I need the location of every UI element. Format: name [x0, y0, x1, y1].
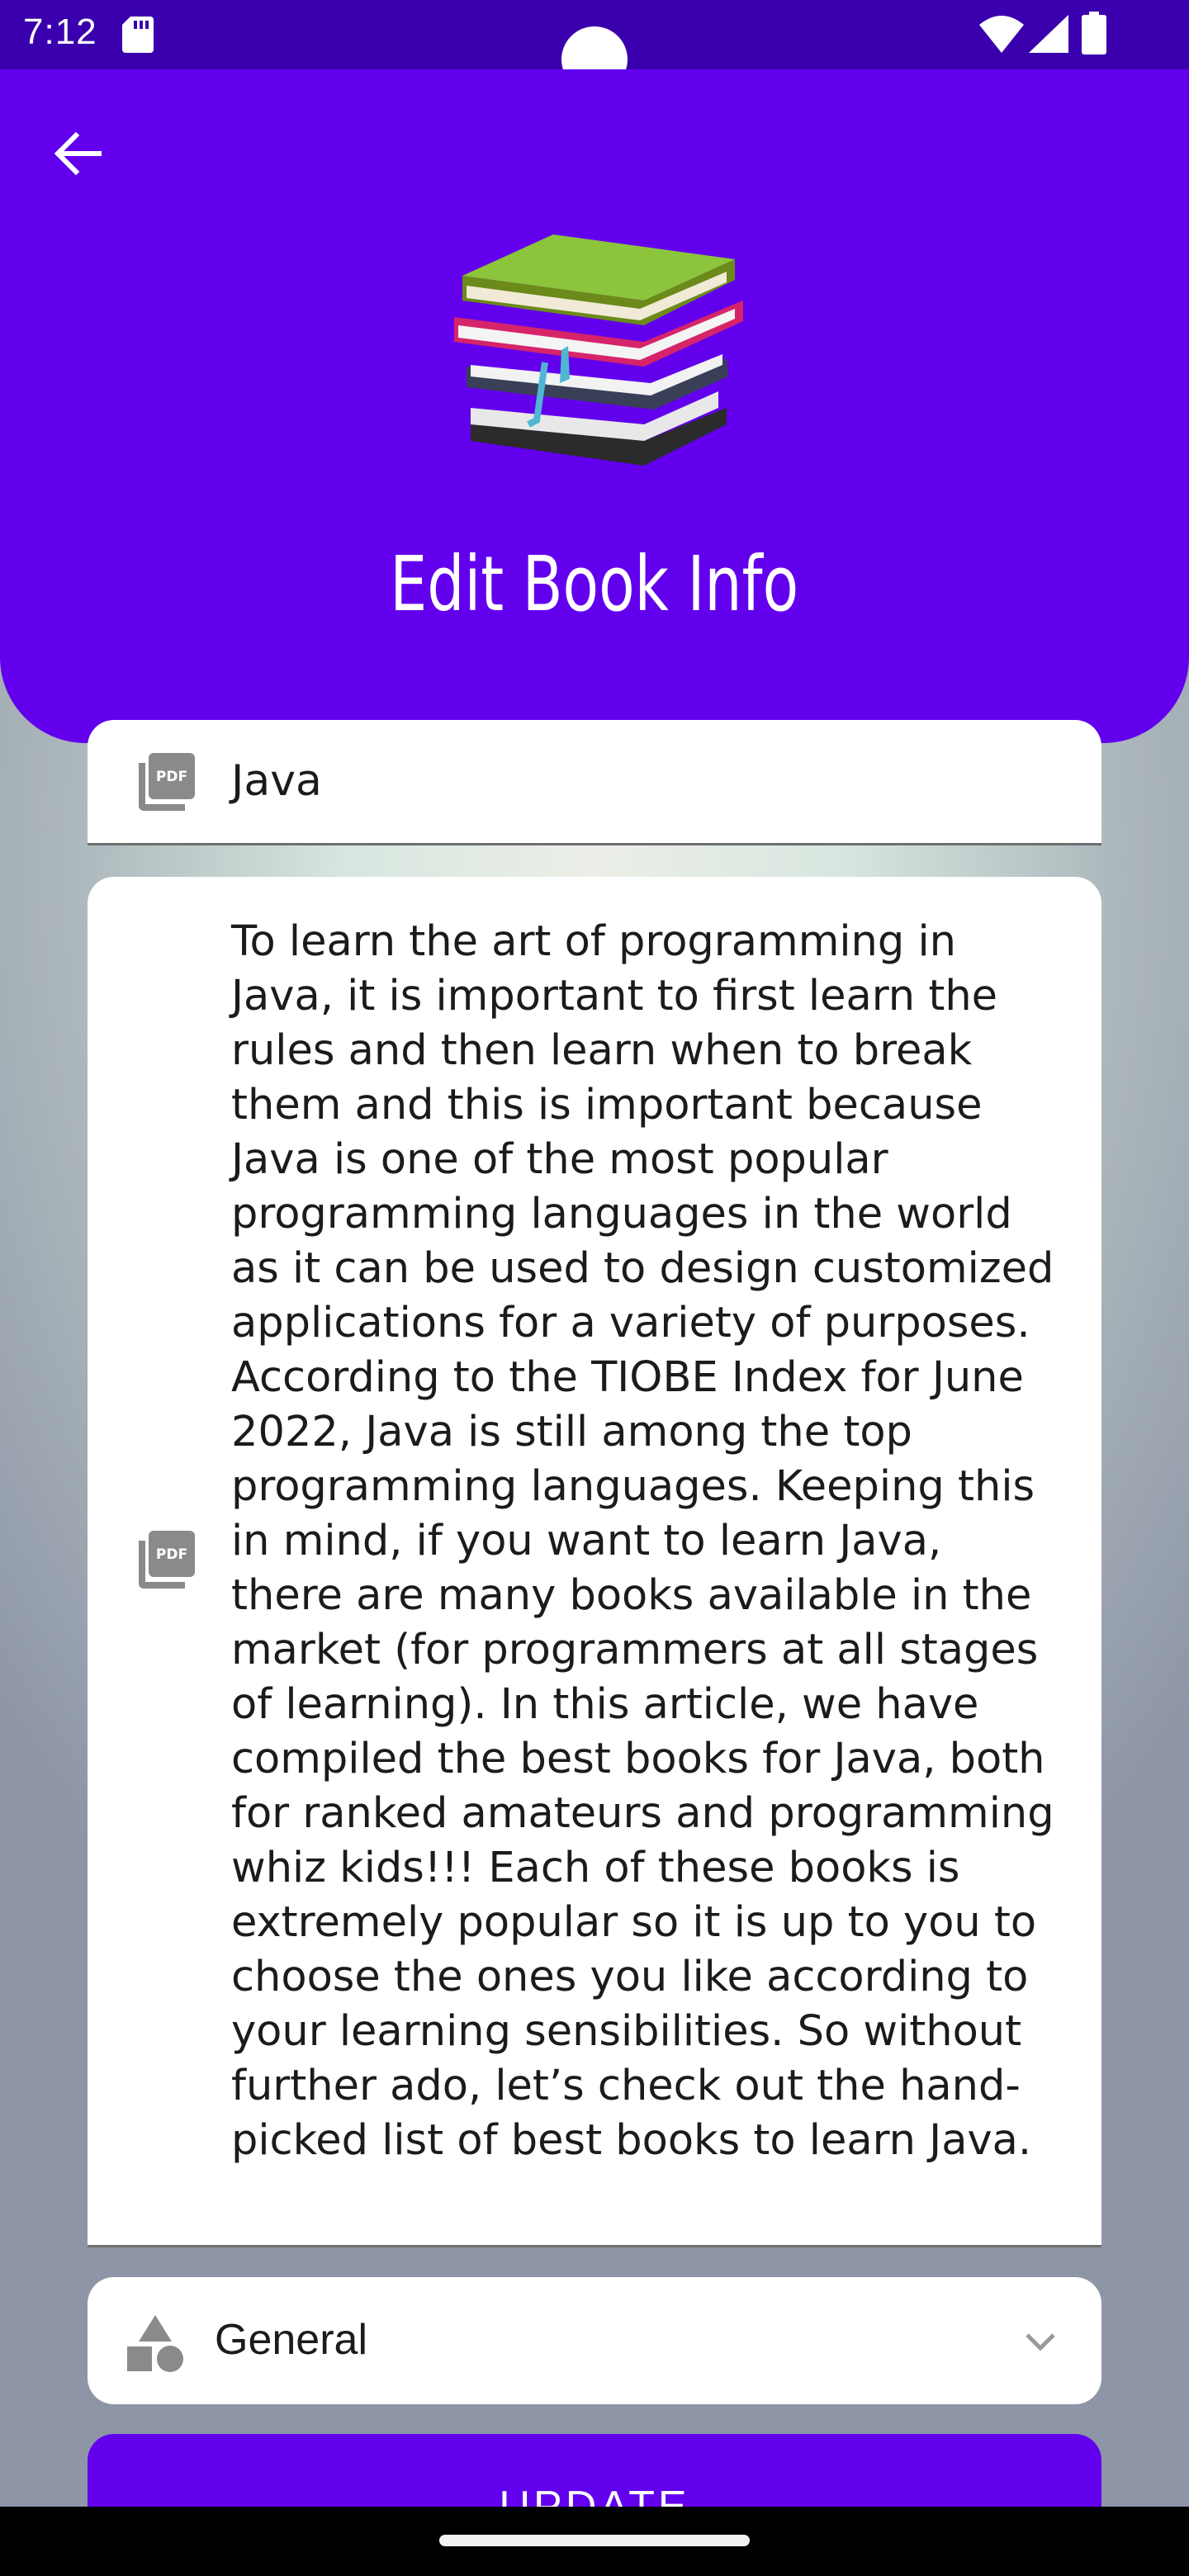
pdf-icon: PDF	[139, 753, 195, 811]
back-arrow-icon[interactable]	[45, 121, 111, 187]
pdf-icon: PDF	[139, 1531, 195, 1589]
page-title-text: Edit Book Info	[390, 540, 799, 628]
home-gesture-handle[interactable]	[439, 2535, 750, 2546]
svg-text:PDF: PDF	[156, 769, 187, 785]
wifi-icon	[979, 16, 1024, 53]
book-title-value[interactable]: Java	[231, 756, 322, 806]
sd-card-icon	[122, 17, 154, 53]
category-selected-value: General	[215, 2316, 367, 2364]
svg-text:PDF: PDF	[156, 1546, 187, 1563]
book-description-value[interactable]: To learn the art of programming in Java,…	[231, 915, 1065, 2168]
page-title: Edit Book Info	[0, 540, 1189, 628]
book-description-field[interactable]: PDF To learn the art of programming in J…	[88, 877, 1101, 2247]
shapes-icon	[127, 2315, 183, 2372]
navigation-bar	[0, 2507, 1189, 2576]
book-title-field[interactable]: PDF Java	[88, 720, 1101, 845]
status-bar: 7:12	[0, 0, 1189, 92]
battery-icon	[1082, 12, 1106, 54]
cellular-icon	[1029, 15, 1068, 53]
books-illustration	[454, 234, 743, 466]
status-time: 7:12	[23, 12, 97, 52]
chevron-down-icon[interactable]	[1017, 2318, 1063, 2365]
category-dropdown[interactable]: General	[88, 2277, 1101, 2404]
header: Edit Book Info	[0, 69, 1189, 743]
